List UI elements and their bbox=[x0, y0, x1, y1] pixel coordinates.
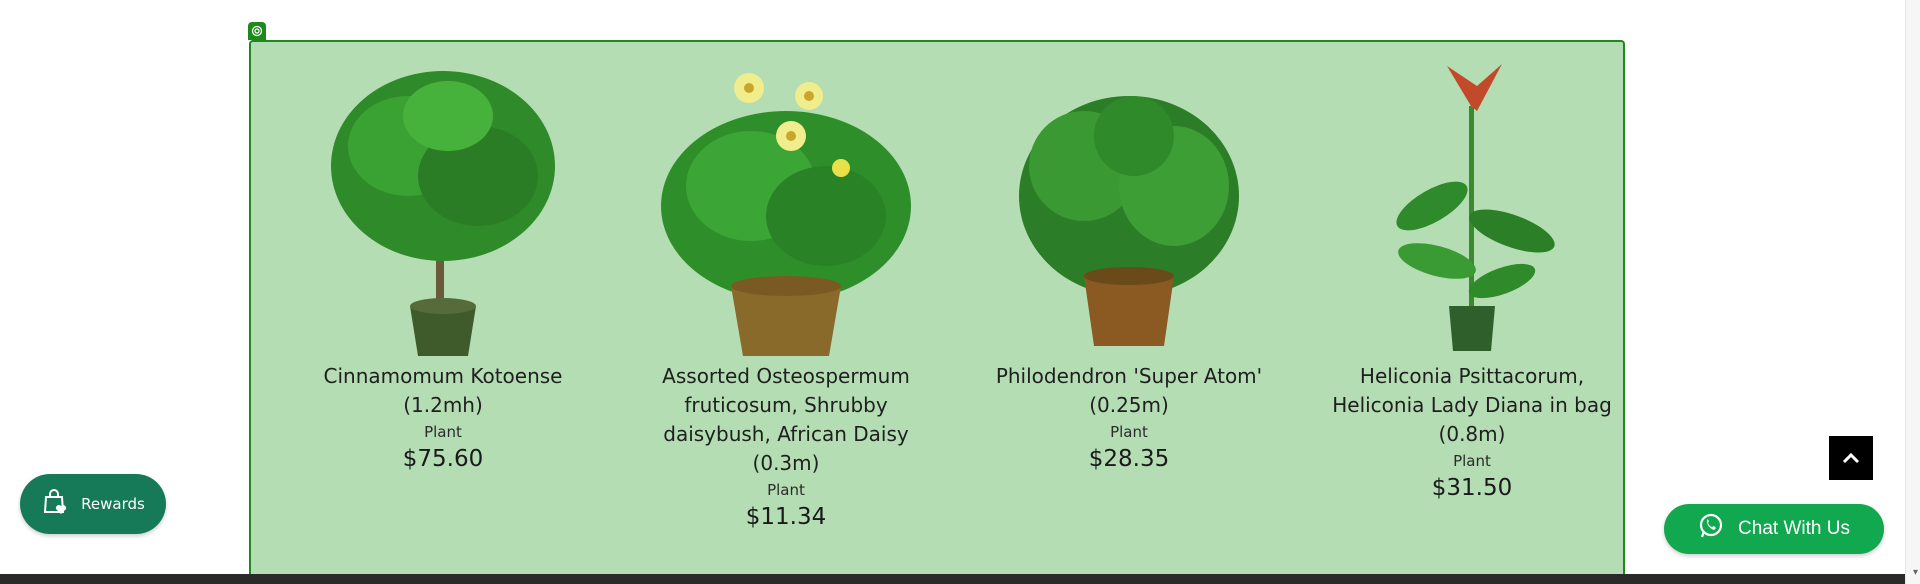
product-name[interactable]: Philodendron 'Super Atom' (0.25m) bbox=[974, 362, 1284, 420]
chevron-up-icon bbox=[1842, 449, 1860, 468]
product-price: $11.34 bbox=[745, 504, 827, 530]
product-card[interactable]: Heliconia Psittacorum, Heliconia Lady Di… bbox=[1317, 56, 1627, 503]
product-type: Plant bbox=[1110, 423, 1148, 441]
chat-label: Chat With Us bbox=[1738, 518, 1850, 539]
selection-target-icon bbox=[248, 22, 266, 40]
product-image[interactable] bbox=[288, 56, 598, 356]
product-name[interactable]: Heliconia Psittacorum, Heliconia Lady Di… bbox=[1317, 362, 1627, 449]
product-card[interactable]: Philodendron 'Super Atom' (0.25m) Plant … bbox=[974, 56, 1284, 474]
page-scrollbar[interactable]: ▾ bbox=[1905, 0, 1920, 584]
product-name[interactable]: Assorted Osteospermum fruticosum, Shrubb… bbox=[631, 362, 941, 478]
product-image[interactable] bbox=[631, 56, 941, 356]
product-type: Plant bbox=[767, 481, 805, 499]
product-price: $75.60 bbox=[402, 446, 484, 472]
scroll-down-icon[interactable]: ▾ bbox=[1913, 567, 1918, 578]
shopping-bag-heart-icon bbox=[41, 488, 69, 520]
rewards-button[interactable]: Rewards bbox=[20, 474, 166, 534]
product-image[interactable] bbox=[974, 56, 1284, 356]
rewards-label: Rewards bbox=[81, 495, 145, 513]
back-to-top-button[interactable] bbox=[1829, 436, 1873, 480]
product-card[interactable]: Assorted Osteospermum fruticosum, Shrubb… bbox=[631, 56, 941, 532]
product-image[interactable] bbox=[1317, 56, 1627, 356]
product-price: $31.50 bbox=[1431, 475, 1513, 501]
whatsapp-icon bbox=[1698, 513, 1724, 545]
product-card[interactable]: Cinnamomum Kotoense (1.2mh) Plant $75.60 bbox=[288, 56, 598, 474]
chat-with-us-button[interactable]: Chat With Us bbox=[1664, 504, 1884, 554]
product-grid: Cinnamomum Kotoense (1.2mh) Plant $75.60… bbox=[249, 40, 1625, 584]
product-name[interactable]: Cinnamomum Kotoense (1.2mh) bbox=[288, 362, 598, 420]
footer-bar bbox=[0, 574, 1906, 584]
product-type: Plant bbox=[424, 423, 462, 441]
product-price: $28.35 bbox=[1088, 446, 1170, 472]
product-type: Plant bbox=[1453, 452, 1491, 470]
